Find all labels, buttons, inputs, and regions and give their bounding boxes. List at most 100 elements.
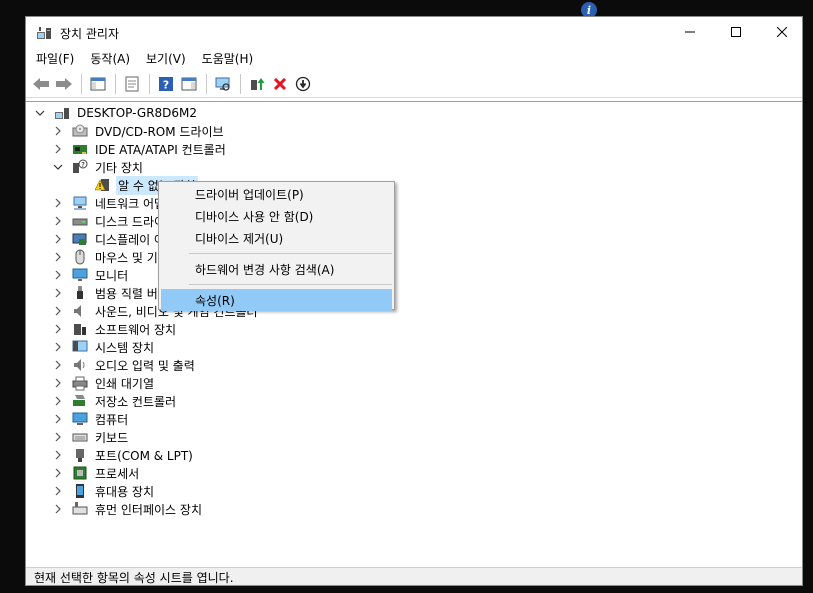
tree-item-label: 인쇄 대기열 xyxy=(95,376,155,391)
device-manager-app-icon xyxy=(37,27,51,39)
update-driver-button[interactable] xyxy=(246,73,268,95)
scan-hardware-button[interactable] xyxy=(212,73,234,95)
toolbar-separator xyxy=(206,73,207,94)
context-menu-item[interactable]: 속성(R) xyxy=(161,289,392,311)
software-device-icon xyxy=(72,321,88,337)
menu-action[interactable]: 동작(A) xyxy=(84,48,136,69)
action-pane-icon xyxy=(181,77,197,90)
keyboard-icon xyxy=(72,429,88,445)
network-adapter-icon xyxy=(72,195,88,211)
computer-icon xyxy=(72,411,88,427)
chevron-right-icon[interactable] xyxy=(52,269,64,281)
tree-category-item[interactable]: IDE ATA/ATAPI 컨트롤러 xyxy=(52,140,228,158)
menu-separator xyxy=(189,284,392,285)
tree-category-item[interactable]: 모니터 xyxy=(52,266,130,284)
menu-file[interactable]: 파일(F) xyxy=(30,48,80,69)
chevron-right-icon[interactable] xyxy=(52,359,64,371)
chevron-right-icon[interactable] xyxy=(52,143,64,155)
toolbar: ? xyxy=(26,70,802,98)
chevron-right-icon[interactable] xyxy=(52,377,64,389)
chevron-right-icon[interactable] xyxy=(52,503,64,515)
console-tree-icon xyxy=(90,77,106,90)
chevron-down-icon[interactable] xyxy=(52,161,64,173)
back-button[interactable] xyxy=(30,73,52,95)
chevron-right-icon[interactable] xyxy=(52,233,64,245)
chevron-right-icon[interactable] xyxy=(52,395,64,407)
toolbar-separator xyxy=(115,73,116,94)
context-menu: 드라이버 업데이트(P) 디바이스 사용 안 함(D) 디바이스 제거(U) 하드웨어… xyxy=(158,181,395,311)
context-menu-item[interactable]: 드라이버 업데이트(P) xyxy=(161,183,392,205)
chevron-right-icon[interactable] xyxy=(52,413,64,425)
monitor-icon xyxy=(72,267,88,283)
maximize-icon xyxy=(731,27,741,37)
context-menu-item[interactable]: 디바이스 제거(U) xyxy=(161,227,392,249)
close-button[interactable] xyxy=(759,17,802,47)
chevron-right-icon[interactable] xyxy=(52,197,64,209)
menu-bar: 파일(F) 동작(A) 보기(V) 도움말(H) xyxy=(26,47,802,69)
tree-category-item[interactable]: 프로세서 xyxy=(52,464,141,482)
scan-hardware-icon xyxy=(215,77,230,91)
status-bar: 현재 선택한 항목의 속성 시트를 엽니다. xyxy=(26,567,802,585)
tree-item-label: 모니터 xyxy=(95,268,129,283)
toolbar-separator xyxy=(240,73,241,94)
menu-help[interactable]: 도움말(H) xyxy=(196,48,260,69)
svg-text:?: ? xyxy=(163,78,169,91)
minimize-button[interactable] xyxy=(667,17,713,47)
tree-category-item[interactable]: 휴먼 인터페이스 장치 xyxy=(52,500,204,518)
disable-button[interactable] xyxy=(292,73,314,95)
chevron-right-icon[interactable] xyxy=(52,251,64,263)
chevron-right-icon[interactable] xyxy=(52,449,64,461)
portable-device-icon xyxy=(72,483,88,499)
chevron-right-icon[interactable] xyxy=(52,341,64,353)
uninstall-button[interactable] xyxy=(269,73,291,95)
tree-item-label: 저장소 컨트롤러 xyxy=(95,394,177,409)
chevron-right-icon[interactable] xyxy=(52,323,64,335)
chevron-right-icon[interactable] xyxy=(52,467,64,479)
chevron-right-icon[interactable] xyxy=(52,125,64,137)
console-tree-button[interactable] xyxy=(87,73,109,95)
menu-view[interactable]: 보기(V) xyxy=(140,48,192,69)
device-tree: DESKTOP-GR8D6M2 DVD/CD-ROM 드라이브 IDE ATA/A… xyxy=(26,101,802,567)
help-button[interactable]: ? xyxy=(155,73,177,95)
tree-item-label: 휴먼 인터페이스 장치 xyxy=(95,502,202,517)
tree-category-item[interactable]: 소프트웨어 장치 xyxy=(52,320,178,338)
processor-icon xyxy=(72,465,88,481)
action-pane-button[interactable] xyxy=(178,73,200,95)
tree-category-item[interactable]: 포트(COM & LPT) xyxy=(52,446,195,464)
tree-item-label: 포트(COM & LPT) xyxy=(95,448,193,463)
forward-icon xyxy=(56,77,72,90)
tree-root[interactable]: DESKTOP-GR8D6M2 xyxy=(34,104,199,122)
chevron-right-icon[interactable] xyxy=(52,485,64,497)
print-queue-icon xyxy=(72,375,88,391)
tree-item-label: IDE ATA/ATAPI 컨트롤러 xyxy=(95,142,226,157)
computer-root-icon xyxy=(54,105,70,121)
tree-category-item[interactable]: 저장소 컨트롤러 xyxy=(52,392,178,410)
chevron-down-icon[interactable] xyxy=(34,107,46,119)
properties-button[interactable] xyxy=(121,73,143,95)
context-menu-item[interactable]: 디바이스 사용 안 함(D) xyxy=(161,205,392,227)
unknown-device-warning-icon xyxy=(95,177,111,193)
tree-category-item[interactable]: 컴퓨터 xyxy=(52,410,130,428)
chevron-right-icon[interactable] xyxy=(52,287,64,299)
back-icon xyxy=(33,77,49,90)
tree-item-label: 시스템 장치 xyxy=(95,340,155,355)
tree-category-item[interactable]: 키보드 xyxy=(52,428,130,446)
context-menu-item[interactable]: 하드웨어 변경 사항 검색(A) xyxy=(161,258,392,280)
tree-category-item[interactable]: ? 기타 장치 xyxy=(52,158,145,176)
tree-item-label: 프로세서 xyxy=(95,466,140,481)
menu-separator xyxy=(189,253,392,254)
tree-category-item[interactable]: 인쇄 대기열 xyxy=(52,374,156,392)
tree-category-item[interactable]: 시스템 장치 xyxy=(52,338,156,356)
ide-controller-icon xyxy=(72,141,88,157)
disk-drive-icon xyxy=(72,213,88,229)
chevron-right-icon[interactable] xyxy=(52,305,64,317)
maximize-button[interactable] xyxy=(713,17,759,47)
window-title: 장치 관리자 xyxy=(60,27,120,41)
tree-category-item[interactable]: 휴대용 장치 xyxy=(52,482,156,500)
forward-button[interactable] xyxy=(53,73,75,95)
chevron-right-icon[interactable] xyxy=(52,431,64,443)
storage-controller-icon xyxy=(72,393,88,409)
chevron-right-icon[interactable] xyxy=(52,215,64,227)
tree-category-item[interactable]: 오디오 입력 및 출력 xyxy=(52,356,197,374)
tree-category-item[interactable]: DVD/CD-ROM 드라이브 xyxy=(52,122,226,140)
